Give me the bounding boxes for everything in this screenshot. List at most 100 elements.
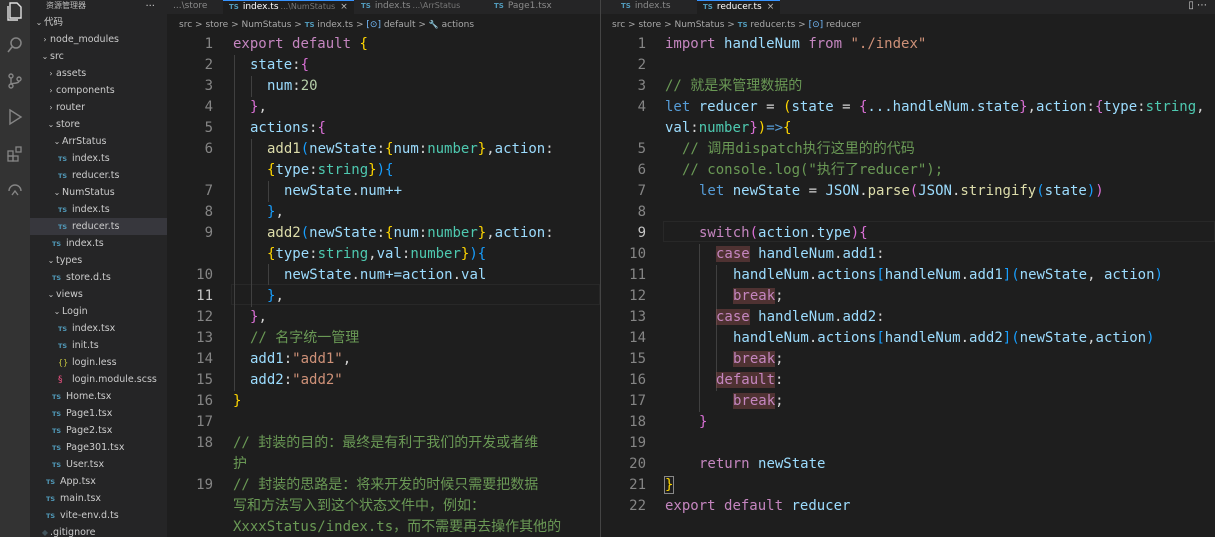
tree-item-label: store	[56, 119, 81, 130]
tree-item[interactable]: TS reducer.ts	[30, 167, 167, 184]
code-comment: // 名字统一管理	[250, 330, 360, 346]
breadcrumb-item[interactable]: src	[612, 20, 625, 30]
tree-item[interactable]: TS Home.tsx	[30, 388, 167, 405]
tree-item[interactable]: › components	[30, 82, 167, 99]
line-number: 7	[204, 183, 213, 199]
code-line: break;	[733, 351, 784, 367]
tree-item[interactable]: TS index.ts	[30, 201, 167, 218]
breadcrumb-symbol[interactable]: reducer	[826, 20, 861, 30]
git-file-icon: ◆	[41, 528, 49, 537]
search-icon[interactable]	[4, 36, 26, 58]
tree-item[interactable]: TS reducer.ts	[30, 218, 167, 235]
tree-item[interactable]: ⌄ types	[30, 252, 167, 269]
tree-item[interactable]: TS vite-env.d.ts	[30, 507, 167, 524]
breadcrumb-item[interactable]: store	[205, 20, 228, 30]
tree-item[interactable]: › assets	[30, 65, 167, 82]
right-editor[interactable]: 1 import handleNum from "./index" 2 3 // 就…	[601, 34, 1215, 537]
code-token: state	[250, 57, 293, 73]
left-editor[interactable]: 1 export default { 2 state:{ 3 num:20 4}, 5…	[167, 34, 600, 537]
tree-item[interactable]: ⌄ Login	[30, 303, 167, 320]
scss-file-icon: §	[58, 375, 63, 385]
breadcrumb-item[interactable]: store	[638, 20, 661, 30]
editor-tab[interactable]: TS Page1.tsx	[488, 0, 558, 14]
tree-item[interactable]: TS store.d.ts	[30, 269, 167, 286]
breadcrumb-separator: >	[664, 20, 672, 30]
more-actions-button[interactable]: ...	[145, 0, 155, 10]
tree-item-label: init.ts	[72, 340, 99, 351]
tree-item-label: Page2.tsx	[66, 425, 113, 436]
breadcrumb-item[interactable]: NumStatus	[675, 20, 725, 30]
tree-item[interactable]: TS init.ts	[30, 337, 167, 354]
editor-tab[interactable]: TS reducer.ts ×	[697, 0, 781, 14]
chevron-right-icon: ›	[43, 35, 47, 44]
code-token: string	[317, 246, 369, 262]
extensions-icon[interactable]	[4, 145, 26, 167]
code-comment: // 调用dispatch执行这里的的代码	[682, 141, 915, 157]
breadcrumb-symbol[interactable]: default	[384, 20, 416, 30]
line-number: 11	[629, 267, 646, 283]
code-token: ...handleNum.state	[867, 99, 1020, 115]
code-token: num++	[359, 183, 403, 199]
tree-item[interactable]: ⌄ 代码	[30, 14, 167, 31]
typescript-file-icon: TS	[703, 3, 713, 11]
tree-item[interactable]: ◆ .gitignore	[30, 524, 167, 537]
code-token: 20	[300, 78, 318, 94]
line-number: 21	[629, 477, 646, 493]
tree-item[interactable]: › node_modules	[30, 31, 167, 48]
tree-item[interactable]: {} login.less	[30, 354, 167, 371]
code-token: state	[791, 99, 834, 115]
tree-item-label: vite-env.d.ts	[60, 510, 119, 521]
close-tab-icon[interactable]: ×	[340, 2, 348, 12]
explorer-sidebar: 资源管理器 ... ⌄ 代码 › node_modules ⌄ src › assets › co…	[30, 0, 167, 537]
remote-icon[interactable]	[4, 181, 26, 203]
source-control-icon[interactable]	[4, 72, 26, 94]
editor-tab[interactable]: TS index.ts ...\NumStatus ×	[223, 0, 354, 14]
tree-item-label: node_modules	[50, 34, 120, 45]
breadcrumb-item[interactable]: NumStatus	[242, 20, 292, 30]
tree-item[interactable]: TS Page301.tsx	[30, 439, 167, 456]
tree-item-label: index.ts	[72, 204, 110, 215]
editor-tab[interactable]: ...\store	[167, 0, 213, 14]
code-token: default	[292, 36, 352, 52]
run-debug-icon[interactable]	[4, 108, 26, 130]
tree-item[interactable]: › router	[30, 99, 167, 116]
tree-item[interactable]: ⌄ NumStatus	[30, 184, 167, 201]
tree-item[interactable]: TS index.ts	[30, 235, 167, 252]
tree-item-label: 代码	[44, 17, 64, 28]
close-tab-icon[interactable]: ×	[767, 2, 775, 12]
tree-item[interactable]: TS User.tsx	[30, 456, 167, 473]
tree-item[interactable]: TS Page1.tsx	[30, 405, 167, 422]
files-icon[interactable]	[4, 2, 26, 24]
breadcrumb-item[interactable]: index.ts	[317, 20, 353, 30]
breadcrumb-item[interactable]: src	[179, 20, 192, 30]
code-token: action	[1095, 330, 1147, 346]
tree-item[interactable]: TS main.tsx	[30, 490, 167, 507]
tree-item[interactable]: ⌄ store	[30, 116, 167, 133]
tree-item[interactable]: ⌄ views	[30, 286, 167, 303]
code-line: case handleNum.add2:	[716, 309, 885, 325]
tab-description: ...\ArrStatus	[412, 1, 461, 10]
code-line: // 就是来管理数据的	[665, 76, 802, 97]
code-token: actions	[817, 330, 877, 346]
code-token: add1	[267, 141, 301, 157]
tree-item[interactable]: TS index.tsx	[30, 320, 167, 337]
tree-item[interactable]: § login.module.scss	[30, 371, 167, 388]
editor-tab[interactable]: TS index.ts	[615, 0, 677, 14]
breadcrumb-item[interactable]: reducer.ts	[750, 20, 795, 30]
chevron-down-icon: ⌄	[47, 290, 55, 299]
code-token: return	[699, 456, 750, 472]
line-number: 19	[196, 477, 213, 493]
tree-item[interactable]: TS App.tsx	[30, 473, 167, 490]
tree-item[interactable]: TS index.ts	[30, 150, 167, 167]
editor-tab[interactable]: TS index.ts ...\ArrStatus	[355, 0, 466, 14]
tree-item[interactable]: ⌄ src	[30, 48, 167, 65]
chevron-right-icon: ›	[49, 86, 53, 95]
tree-item[interactable]: ⌄ ArrStatus	[30, 133, 167, 150]
tree-item[interactable]: TS Page2.tsx	[30, 422, 167, 439]
tree-item-label: .gitignore	[50, 527, 96, 537]
split-editor-icon[interactable]: ▯ ⋯	[1188, 0, 1207, 14]
code-token: action	[494, 225, 546, 241]
code-token: handleNum	[733, 267, 809, 283]
code-line: {type:string,val:number}){	[267, 246, 487, 262]
breadcrumb-symbol[interactable]: actions	[442, 20, 474, 30]
